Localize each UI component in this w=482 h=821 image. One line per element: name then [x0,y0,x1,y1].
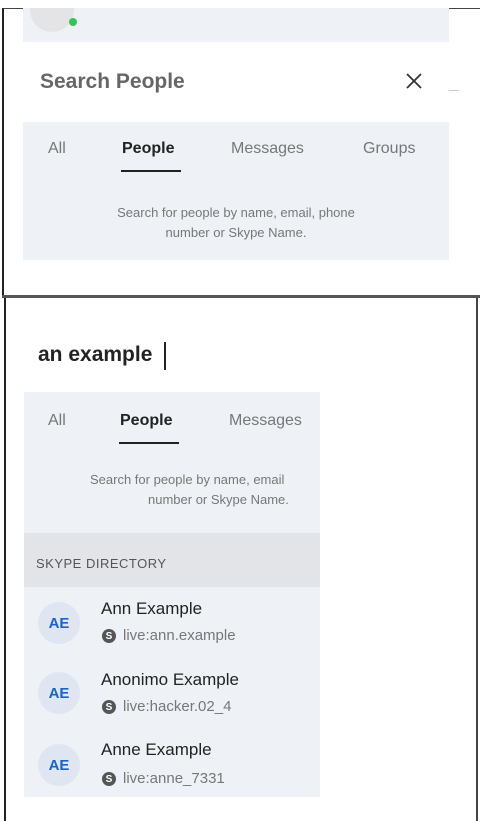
online-status-icon [69,18,77,26]
tab-all[interactable]: All [48,412,66,430]
text-caret [164,342,166,370]
contact-item[interactable]: AE Ann Example S live:ann.example [24,590,320,660]
directory-label: SKYPE DIRECTORY [36,556,167,571]
page-title: Search People [40,70,185,93]
contact-name: Anne Example [101,740,212,759]
contact-item[interactable]: AE Anonimo Example S live:hacker.02_4 [24,660,320,730]
active-tab-indicator [119,442,179,444]
tab-messages[interactable]: Messages [229,412,302,430]
contact-skype-id: live:ann.example [123,627,236,644]
tab-people[interactable]: People [122,140,174,158]
tab-all[interactable]: All [48,140,66,158]
profile-strip [23,8,449,42]
tab-messages[interactable]: Messages [231,140,304,158]
avatar: AE [38,672,80,714]
search-hint-line2: number or Skype Name. [165,225,307,240]
contact-name: Anonimo Example [101,670,239,689]
contact-skype-id: live:anne_7331 [123,770,225,787]
search-hint-line1: Search for people by name, email, phone [117,205,355,220]
skype-icon: S [102,772,116,786]
divider [449,90,459,91]
tab-groups[interactable]: Groups [363,140,415,158]
active-tab-indicator [121,170,181,172]
contact-skype-id: live:hacker.02_4 [123,698,232,715]
tab-people[interactable]: People [120,412,172,430]
skype-icon: S [102,629,116,643]
contact-item[interactable]: AE Anne Example S live:anne_7331 [24,730,320,800]
skype-icon: S [102,700,116,714]
avatar: AE [38,744,80,786]
contact-name: Ann Example [101,599,203,618]
avatar: AE [38,602,80,644]
search-hint-line1: Search for people by name, email [90,472,285,487]
close-icon[interactable] [404,71,424,91]
search-input[interactable] [38,340,238,370]
search-hint-line2: number or Skype Name. [148,492,289,507]
